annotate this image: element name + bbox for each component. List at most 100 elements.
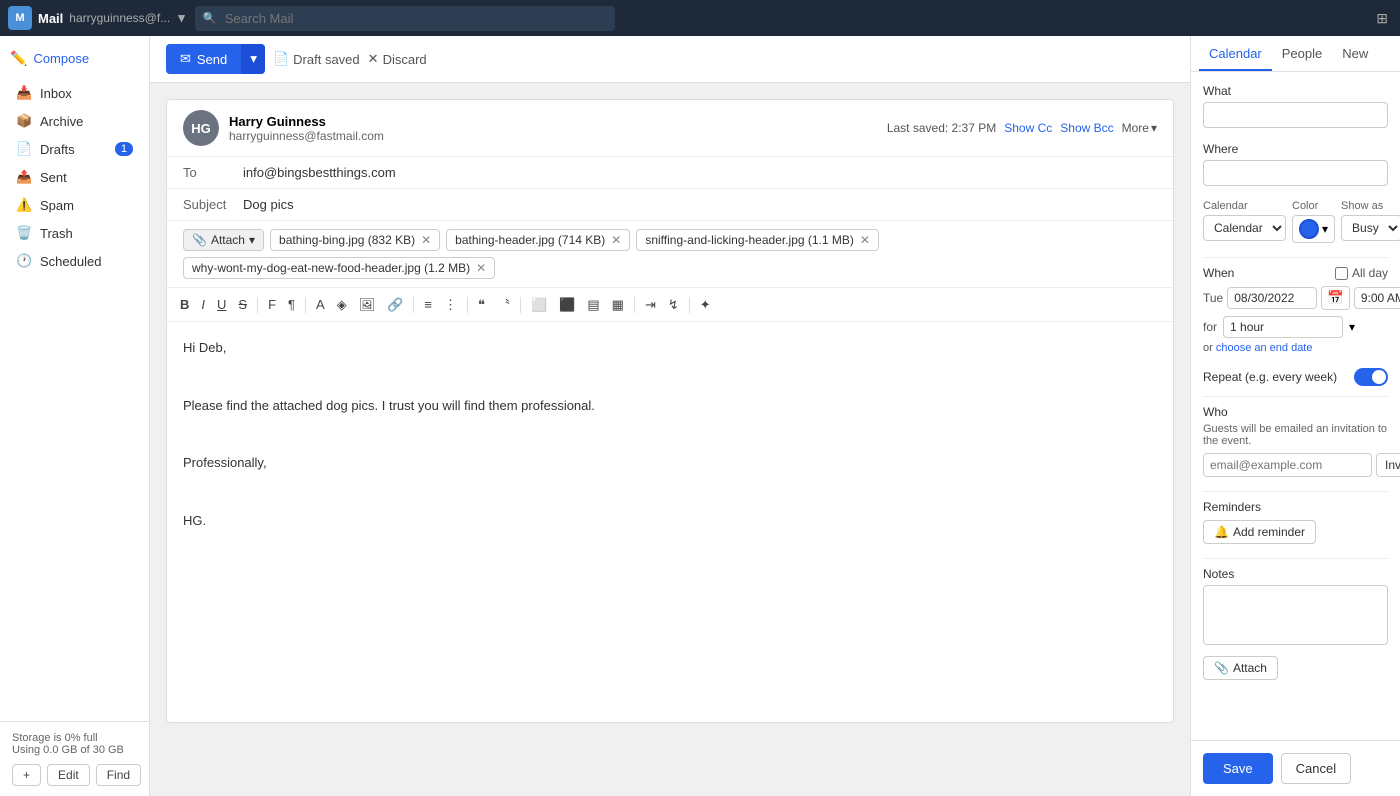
for-label: for [1203,320,1217,334]
font-color-button[interactable]: A [311,294,330,315]
calendar-picker-button[interactable]: 📅 [1321,286,1350,310]
repeat-row: Repeat (e.g. every week) [1203,368,1388,386]
attach-button[interactable]: 📎 Attach ▾ [183,229,264,251]
align-justify-button[interactable]: ▦ [607,294,629,316]
what-section: What [1203,84,1388,128]
where-input[interactable] [1203,160,1388,186]
sender-email: harryguinness@fastmail.com [229,129,887,143]
blockquote-button[interactable]: ❝ [473,294,490,316]
align-center-button[interactable]: ⬛ [554,294,580,316]
fmt-divider-3 [413,297,414,313]
add-button[interactable]: + [12,764,41,786]
remove-attachment-0[interactable]: ✕ [421,233,431,247]
divider-3 [1203,491,1388,492]
remove-attachment-2[interactable]: ✕ [860,233,870,247]
to-input[interactable] [243,163,1157,182]
last-saved-label: Last saved: 2:37 PM [887,121,996,135]
sidebar-item-inbox[interactable]: 📥 Inbox [4,79,145,107]
image-button[interactable]: 🖼 [354,294,381,316]
tab-new[interactable]: New [1332,36,1378,71]
align-right-button[interactable]: ▤ [582,294,604,316]
sidebar-item-drafts[interactable]: 📄 Drafts 1 [4,135,145,163]
app-name: Mail [38,11,63,26]
or-text: or [1203,342,1213,354]
more-button[interactable]: More ▾ [1122,121,1157,135]
edit-button[interactable]: Edit [47,764,90,786]
send-label: Send [197,52,227,67]
for-row: for 1 hour 30 minutes 2 hours ▾ [1203,316,1388,338]
all-day-checkbox[interactable] [1335,267,1348,280]
compose-body[interactable]: Hi Deb, Please find the attached dog pic… [167,322,1173,722]
sidebar-item-scheduled[interactable]: 🕐 Scheduled [4,247,145,275]
add-reminder-button[interactable]: 🔔 Add reminder [1203,520,1316,544]
app-logo[interactable]: M Mail harryguinness@f... ▾ [8,6,185,30]
save-button[interactable]: Save [1203,753,1273,784]
italic-button[interactable]: I [196,294,210,315]
align-left-button[interactable]: ⬜ [526,294,552,316]
link-button[interactable]: 🔗 [382,294,408,316]
discard-button[interactable]: ✕ Discard [368,51,427,67]
unordered-list-button[interactable]: ≡ [419,294,437,315]
show-as-select[interactable]: Busy [1341,215,1400,241]
when-section: When All day Tue 📅 🕐 for 1 hou [1203,266,1388,354]
spam-icon: ⚠️ [16,197,32,213]
what-input[interactable] [1203,102,1388,128]
choose-end-date-link[interactable]: choose an end date [1216,342,1313,354]
tab-people[interactable]: People [1272,36,1332,71]
paragraph-button[interactable]: ¶ [283,294,300,315]
notes-textarea[interactable] [1203,585,1388,645]
day-label: Tue [1203,291,1223,305]
invite-button[interactable]: Invite [1376,453,1400,477]
clear-format-button[interactable]: ✦ [695,294,716,316]
account-caret-icon[interactable]: ▾ [178,10,185,26]
remove-attachment-1[interactable]: ✕ [611,233,621,247]
invite-email-input[interactable] [1203,453,1372,477]
search-input[interactable] [195,6,615,31]
panel-footer: Save Cancel [1191,740,1400,796]
bold-button[interactable]: B [175,294,194,315]
underline-button[interactable]: U [212,294,231,315]
main-layout: ✏️ Compose 📥 Inbox 📦 Archive 📄 Drafts 1 … [0,36,1400,796]
all-day-label[interactable]: All day [1335,266,1388,280]
send-button[interactable]: ✉ Send [166,44,241,74]
date-input[interactable] [1227,287,1317,309]
outdent-button[interactable]: ↯ [663,294,684,316]
show-cc-link[interactable]: Show Cc [1004,121,1052,135]
fmt-divider-4 [467,297,468,313]
compose-button[interactable]: ✏️ Compose [10,50,139,67]
send-dropdown-button[interactable]: ▾ [241,44,265,74]
color-picker-button[interactable]: ▾ [1292,215,1335,243]
repeat-toggle[interactable] [1354,368,1388,386]
show-bcc-link[interactable]: Show Bcc [1060,121,1113,135]
sidebar-item-spam[interactable]: ⚠️ Spam [4,191,145,219]
attach-notes-button[interactable]: 📎 Attach [1203,656,1278,680]
panel-toggle-button[interactable]: ⊞ [1372,6,1392,31]
sender-info: Harry Guinness harryguinness@fastmail.co… [229,114,887,143]
calendar-select[interactable]: Calendar [1203,215,1286,241]
archive-icon: 📦 [16,113,32,129]
subject-input[interactable] [243,195,1157,214]
to-field: To [167,157,1173,189]
remove-attachment-3[interactable]: ✕ [476,261,486,275]
strikethrough-button[interactable]: S [233,294,252,315]
bell-icon: 🔔 [1214,525,1229,539]
sidebar-item-archive[interactable]: 📦 Archive [4,107,145,135]
sidebar-item-trash[interactable]: 🗑️ Trash [4,219,145,247]
draft-saved-button[interactable]: 📄 Draft saved [273,51,360,67]
drafts-badge: 1 [115,142,133,156]
attach-caret-icon: ▾ [249,233,255,247]
sidebar-item-sent[interactable]: 📤 Sent [4,163,145,191]
tab-calendar[interactable]: Calendar [1199,36,1272,71]
cancel-button[interactable]: Cancel [1281,753,1351,784]
highlight-button[interactable]: ◈ [332,294,352,316]
time-input[interactable] [1354,287,1400,309]
ordered-list-button[interactable]: ⋮ [439,294,462,316]
formatting-toolbar: B I U S F ¶ A ◈ 🖼 🔗 ≡ ⋮ ❝ [167,288,1173,322]
duration-select[interactable]: 1 hour 30 minutes 2 hours [1223,316,1343,338]
indent-button[interactable]: ⇥ [640,294,661,316]
font-button[interactable]: F [263,294,281,315]
more-caret-icon: ▾ [1151,121,1157,135]
right-panel: Calendar People New What Where Calendar [1190,36,1400,796]
code-button[interactable]: 〝 [492,292,515,317]
find-button[interactable]: Find [96,764,141,786]
